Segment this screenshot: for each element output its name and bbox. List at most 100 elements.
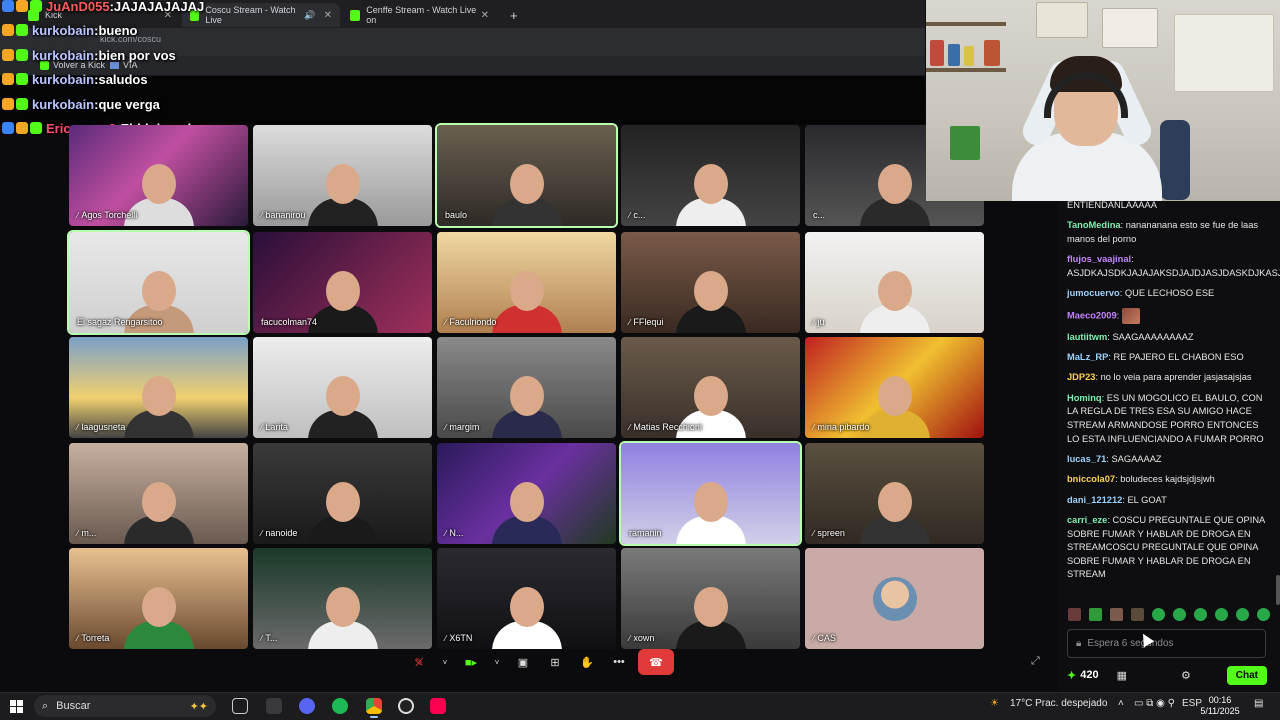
emote-icon[interactable] [1236,608,1249,621]
video-tile[interactable]: ⁄ nanoide [253,443,432,544]
participant-figure [123,482,194,544]
video-tile[interactable]: ⁄ CAS [805,548,984,649]
weather-text[interactable]: 17°C Prac. despejado [1010,698,1107,709]
chevron-down-icon[interactable]: ˅ [438,651,452,673]
emote-icon[interactable] [1131,608,1144,621]
chat-username[interactable]: carri_eze [1067,515,1107,525]
video-tile[interactable]: ⁄ margim [437,337,616,438]
chat-message: MaLz_RP: RE PAJERO EL CHABON ESO [1067,351,1267,365]
hand-icon[interactable]: ✋ [574,651,600,673]
chat-text: boludeces kajdsjdjsjwh [1120,474,1215,485]
chat-send-button[interactable]: Chat [1226,665,1267,685]
badge-icon [16,49,28,61]
chat-username[interactable]: TanoMedina [1067,220,1121,230]
chat-username[interactable]: bniccola07 [1067,474,1115,484]
video-tile[interactable]: ⁄ FFlequi [621,232,800,333]
points-icon: ✦ [1067,669,1077,682]
more-button[interactable]: ••• [606,651,632,673]
emote-icon[interactable] [1068,608,1081,621]
mic-off-icon: ⁄ [445,317,447,327]
video-tile[interactable]: ⁄ laagusneta [69,337,248,438]
spotify-icon[interactable] [332,698,348,714]
chat-username[interactable]: Maeco2009 [1067,310,1117,320]
video-tile[interactable]: ⁄ spreen [805,443,984,544]
chat-username[interactable]: jumocuervo [1067,288,1120,298]
chat-text: QUE LECHOSO ESE [1124,288,1215,299]
video-tile[interactable]: ramanin [619,441,802,546]
chat-scrollbar[interactable] [1276,575,1280,605]
video-tile[interactable]: ⁄ X6TN [437,548,616,649]
emote-icon[interactable] [1173,608,1186,621]
mic-off-icon[interactable]: ✎̸ [406,651,432,673]
collectible [984,40,1000,66]
new-tab-button[interactable]: + [502,3,522,27]
clock[interactable]: 00:16 5/11/2025 [1196,695,1244,717]
speaker-icon[interactable]: 🔊 [304,10,315,21]
tiktok-icon[interactable] [430,698,446,714]
app-icon[interactable] [266,698,282,714]
emote-icon[interactable] [1257,608,1270,621]
video-tile[interactable]: ⁄ bananirou [253,125,432,226]
video-tile[interactable]: facucolman74 [253,232,432,333]
chair [1160,120,1190,200]
grid-layout-icon[interactable]: ⊞ [542,651,568,673]
participant-figure [307,376,378,438]
mic-off-icon: ⁄ [261,528,263,538]
video-tile[interactable]: ⁄ Matias Recchioni [621,337,800,438]
tray-chevron-icon[interactable]: ˄ [1118,698,1124,709]
participant-name: ⁄ c... [629,210,646,220]
chat-username[interactable]: flujos_vaajinal [1067,254,1131,264]
video-tile[interactable]: ⁄ mina pibardo [805,337,984,438]
badge-icon [2,49,14,61]
tab-cenffe[interactable]: Cenffe Stream - Watch Live on ✕ [342,3,497,27]
chat-badges [2,24,28,36]
video-tile[interactable]: El sagaz Rengarsitoo [67,230,250,335]
emote-icon[interactable] [1089,608,1102,621]
tray-icons[interactable]: ▭ ⧉ ◉ ⚲ [1134,698,1175,709]
chat-text: SAAGAAAAAAAAZ [1112,331,1194,342]
emote-icon[interactable] [1215,608,1228,621]
search-highlight-icon: ✦✦ [189,700,208,713]
hangup-button[interactable]: ☎ [638,649,674,675]
video-tile[interactable]: ⁄ c... [621,125,800,226]
chat-username[interactable]: dani_121212 [1067,495,1122,505]
share-screen-icon[interactable]: ▣ [510,651,536,673]
gift-icon[interactable]: ▦ [1117,669,1127,682]
video-tile[interactable]: ⁄ m... [69,443,248,544]
video-tile[interactable]: baulo [435,123,618,228]
participant-name: ⁄ FFlequi [629,317,664,327]
chat-input[interactable]: 🔒︎ Espera 6 segundos [1067,629,1266,658]
chat-username[interactable]: MaLz_RP [1067,352,1108,362]
channel-points[interactable]: ✦ 420 [1067,669,1099,682]
task-view-icon[interactable] [232,698,248,714]
obs-icon[interactable] [398,698,414,714]
discord-icon[interactable] [299,698,315,714]
video-tile[interactable]: ⁄ N... [437,443,616,544]
video-tile[interactable]: ⁄ xown [621,548,800,649]
windows-start-icon[interactable] [10,700,23,713]
mic-off-icon: ⁄ [445,528,447,538]
close-tab-icon[interactable]: ✕ [324,10,332,21]
chevron-down-icon[interactable]: ˅ [490,651,504,673]
video-tile[interactable]: ⁄ Torreta [69,548,248,649]
notifications-icon[interactable]: ▤ [1254,698,1263,709]
fullscreen-icon[interactable]: ⤢ [1031,655,1040,668]
close-tab-icon[interactable]: ✕ [481,10,489,21]
emote-icon[interactable] [1194,608,1207,621]
gear-icon[interactable]: ⚙ [1181,669,1191,682]
chat-username[interactable]: JDP23 [1067,372,1095,382]
chrome-icon[interactable] [366,698,382,714]
emote-icon[interactable] [1152,608,1165,621]
video-tile[interactable]: ⁄ Faculriondo [437,232,616,333]
taskbar-search[interactable]: ⌕ Buscar ✦✦ [34,695,216,717]
video-tile[interactable]: ⁄ ju [805,232,984,333]
chat-username[interactable]: Hominq [1067,393,1102,403]
video-tile[interactable]: ⁄ Agos Torchelli [69,125,248,226]
video-tile[interactable]: ⁄ Larita [253,337,432,438]
camera-icon[interactable]: ■▸ [458,651,484,673]
tab-coscu[interactable]: Coscu Stream - Watch Live 🔊 ✕ [182,3,340,27]
emote-icon[interactable] [1110,608,1123,621]
video-tile[interactable]: ⁄ T... [253,548,432,649]
chat-username[interactable]: lucas_71 [1067,454,1106,464]
chat-username[interactable]: lautiitwm [1067,332,1107,342]
